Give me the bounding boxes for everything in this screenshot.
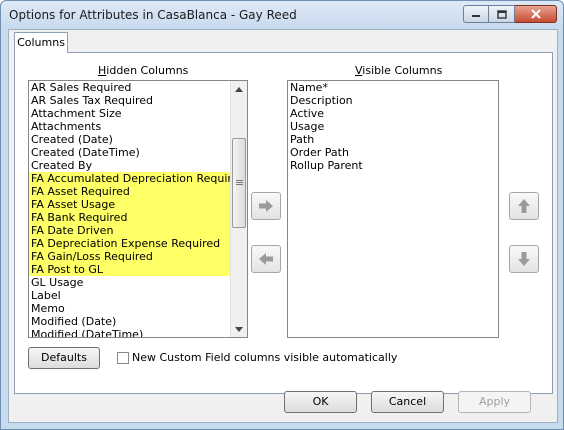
defaults-button[interactable]: Defaults: [28, 347, 100, 369]
close-icon: [530, 9, 541, 19]
maximize-button[interactable]: [489, 5, 515, 23]
list-item[interactable]: Order Path: [288, 146, 498, 159]
columns-tab-panel: Hidden Columns Visible Columns AR Sales …: [14, 52, 553, 394]
list-item[interactable]: FA Asset Usage: [29, 198, 247, 211]
list-item[interactable]: FA Post to GL: [29, 263, 247, 276]
close-button[interactable]: [515, 5, 557, 23]
move-down-button[interactable]: [509, 245, 539, 273]
window-controls: [463, 5, 557, 25]
minimize-button[interactable]: [463, 5, 489, 23]
list-item[interactable]: AR Sales Tax Required: [29, 94, 247, 107]
list-item[interactable]: Attachment Size: [29, 107, 247, 120]
list-item[interactable]: GL Usage: [29, 276, 247, 289]
list-item[interactable]: Created (Date): [29, 133, 247, 146]
tab-columns[interactable]: Columns: [14, 32, 68, 53]
list-item[interactable]: Attachments: [29, 120, 247, 133]
scroll-thumb[interactable]: [232, 138, 246, 228]
hidden-columns-scrollbar[interactable]: [230, 81, 247, 337]
hidden-columns-list[interactable]: AR Sales Required AR Sales Tax Required At…: [28, 80, 248, 338]
hidden-columns-label: Hidden Columns: [98, 64, 189, 77]
list-item[interactable]: Active: [288, 107, 498, 120]
list-item[interactable]: Created By: [29, 159, 247, 172]
auto-visible-checkbox-label: New Custom Field columns visible automat…: [132, 351, 398, 364]
dialog-client-area: Columns Hidden Columns Visible Columns A…: [8, 29, 558, 423]
visible-columns-items: Name* Description Active Usage Path Order Pat…: [288, 81, 498, 172]
move-to-hidden-button[interactable]: [251, 245, 281, 273]
scroll-down-button[interactable]: [231, 321, 247, 337]
list-item[interactable]: FA Asset Required: [29, 185, 247, 198]
list-item[interactable]: FA Gain/Loss Required: [29, 250, 247, 263]
scroll-up-icon: [235, 86, 243, 92]
list-item[interactable]: Memo: [29, 302, 247, 315]
move-up-button[interactable]: [509, 192, 539, 220]
list-item[interactable]: Name*: [288, 81, 498, 94]
grip-icon: [235, 180, 243, 185]
list-item[interactable]: Usage: [288, 120, 498, 133]
arrow-right-icon: [259, 200, 273, 212]
arrow-down-icon: [518, 252, 530, 266]
visible-columns-label: Visible Columns: [355, 64, 443, 77]
list-item[interactable]: FA Bank Required: [29, 211, 247, 224]
list-item[interactable]: Description: [288, 94, 498, 107]
auto-visible-checkbox[interactable]: [117, 352, 129, 364]
arrow-left-icon: [259, 253, 273, 265]
list-item[interactable]: Rollup Parent: [288, 159, 498, 172]
scroll-down-icon: [235, 326, 243, 332]
hidden-columns-items: AR Sales Required AR Sales Tax Required At…: [29, 81, 247, 337]
ok-button[interactable]: OK: [284, 391, 357, 413]
window-title: Options for Attributes in CasaBlanca - G…: [9, 8, 297, 22]
list-item[interactable]: FA Date Driven: [29, 224, 247, 237]
title-bar[interactable]: Options for Attributes in CasaBlanca - G…: [1, 1, 563, 29]
arrow-up-icon: [518, 199, 530, 213]
maximize-icon: [496, 9, 507, 19]
list-item[interactable]: Created (DateTime): [29, 146, 247, 159]
list-item[interactable]: AR Sales Required: [29, 81, 247, 94]
move-to-visible-button[interactable]: [251, 192, 281, 220]
list-item[interactable]: Path: [288, 133, 498, 146]
visible-columns-list[interactable]: Name* Description Active Usage Path Order Pat…: [287, 80, 499, 338]
list-item[interactable]: Modified (DateTime): [29, 328, 247, 337]
list-item[interactable]: Modified (Date): [29, 315, 247, 328]
minimize-icon: [472, 15, 480, 17]
list-item[interactable]: Label: [29, 289, 247, 302]
options-dialog: Options for Attributes in CasaBlanca - G…: [0, 0, 564, 430]
apply-button[interactable]: Apply: [458, 391, 531, 413]
cancel-button[interactable]: Cancel: [371, 391, 444, 413]
list-item[interactable]: FA Accumulated Depreciation Required: [29, 172, 247, 185]
list-item[interactable]: FA Depreciation Expense Required: [29, 237, 247, 250]
scroll-up-button[interactable]: [231, 81, 247, 97]
